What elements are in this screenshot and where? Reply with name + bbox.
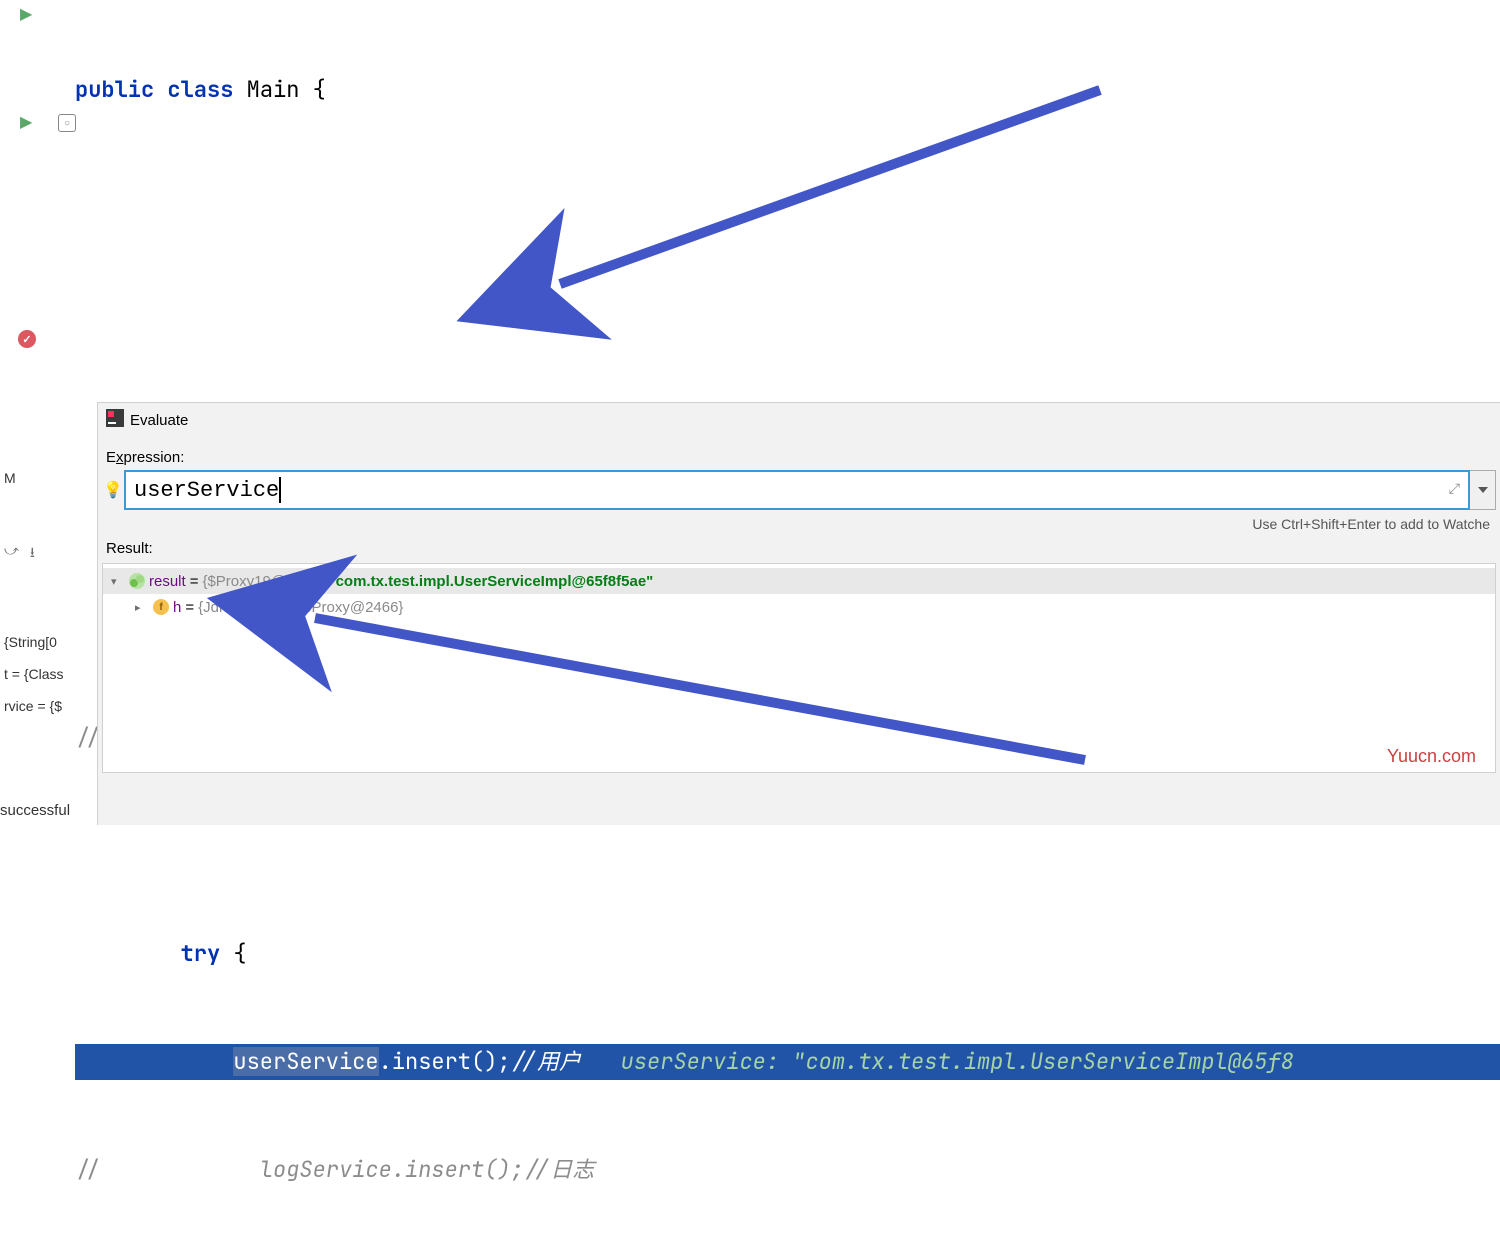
- evaluate-title-bar[interactable]: Evaluate: [98, 403, 1500, 437]
- history-dropdown-button[interactable]: [1470, 470, 1496, 510]
- evaluate-title-text: Evaluate: [130, 412, 188, 429]
- result-tree[interactable]: ▾ result = {$Proxy19@2457} "com.tx.test.…: [102, 563, 1496, 773]
- code-area[interactable]: public class Main { public static void m…: [75, 0, 1500, 400]
- step-into-icon[interactable]: ⭳: [30, 542, 52, 564]
- watermark-text: Yuucn.com: [1387, 746, 1476, 767]
- chevron-down-icon[interactable]: ▾: [111, 575, 125, 588]
- debug-var-row[interactable]: rvice = {$: [0, 698, 90, 730]
- run-gutter-icon[interactable]: ▶: [20, 112, 32, 132]
- step-over-icon[interactable]: ⤻: [4, 542, 26, 564]
- panel-label: M: [0, 470, 90, 502]
- run-gutter-icon[interactable]: ▶: [20, 4, 32, 24]
- breakpoint-gutter-icon[interactable]: ✓: [18, 330, 36, 348]
- debug-var-row[interactable]: t = {Class: [0, 666, 90, 698]
- result-label: Result:: [98, 536, 1500, 561]
- field-icon: f: [153, 599, 169, 615]
- expand-icon[interactable]: ⤢: [1449, 482, 1460, 498]
- bulb-icon[interactable]: 💡: [102, 470, 124, 510]
- debug-var-row[interactable]: {String[0: [0, 634, 90, 666]
- editor-gutter: ▶ ▶ ○ ✓: [0, 0, 75, 400]
- intellij-icon: [106, 409, 124, 431]
- expression-input[interactable]: userService ⤢: [124, 470, 1470, 510]
- evaluate-dialog: Evaluate Expression: 💡 userService ⤢ Use…: [97, 402, 1500, 825]
- code-editor[interactable]: ▶ ▶ ○ ✓ public class Main { public stati…: [0, 0, 1500, 400]
- variable-icon: [129, 573, 145, 589]
- breakpoint-line[interactable]: userService.insert();//用户 userService: "…: [75, 1044, 1500, 1080]
- shortcut-hint: Use Ctrl+Shift+Enter to add to Watche: [98, 510, 1500, 536]
- result-tree-row[interactable]: ▸ f h = {JdkDynamicAopProxy@2466}: [103, 594, 1495, 620]
- chevron-right-icon[interactable]: ▸: [135, 601, 149, 614]
- expression-label: Expression:: [98, 437, 1500, 470]
- override-gutter-icon[interactable]: ○: [58, 114, 76, 132]
- debug-vars-panel-fragment: M ⤻ ⭳ {String[0 t = {Class rvice = {$: [0, 470, 90, 730]
- result-tree-row[interactable]: ▾ result = {$Proxy19@2457} "com.tx.test.…: [103, 568, 1495, 594]
- status-text: successful: [0, 802, 70, 819]
